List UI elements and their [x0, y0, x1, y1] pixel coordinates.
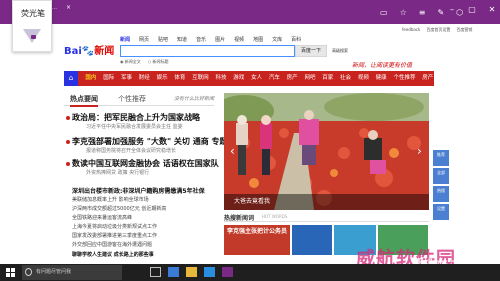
news-link[interactable]: 深圳出台楼市新政:非深圳户籍购房需缴满5年社保 — [72, 186, 205, 195]
news-link[interactable]: 上海今夏将启动垃圾分类新规试点工作 — [72, 223, 157, 230]
nav-web[interactable]: 网页 — [139, 36, 149, 43]
feature-photo: ‹ › — [224, 93, 429, 210]
active-app-icon[interactable] — [222, 267, 233, 277]
home-icon[interactable]: ⌂ — [64, 71, 78, 86]
hot-divider — [224, 221, 429, 222]
headline-sub[interactable]: 外资热捧网贷 政策 央行银行 — [86, 169, 149, 176]
nav-baike[interactable]: 百科 — [291, 36, 301, 43]
minimize-icon[interactable]: – — [446, 4, 458, 16]
news-link[interactable]: 美联储加息概率上升 影响全球市场 — [72, 196, 149, 203]
news-link[interactable]: 聊聊学校人生建议 成长路上的那些事 — [72, 251, 154, 258]
slogan: 新闻，让阅读更有价值 — [352, 62, 413, 69]
news-link[interactable]: 全国铁路迎来暑运客流高峰 — [72, 214, 132, 221]
tab-signature: 没有什么比好新闻 — [174, 96, 215, 102]
store-icon[interactable] — [204, 267, 215, 277]
category-items: 国内 国际 军事 财经 娱乐 体育 互联网 科技 游戏 女人 汽车 房产 网吧 … — [82, 71, 454, 86]
nav-item[interactable]: 军事 — [118, 71, 136, 86]
web-note-icon[interactable]: ✎ — [437, 8, 444, 17]
hot-thumb[interactable] — [292, 225, 332, 255]
headline-link[interactable]: 数读中国互联网金融协会 话语权在国家队 — [72, 158, 219, 169]
windows-start-icon[interactable] — [6, 268, 15, 279]
nav-news[interactable]: 新闻 — [120, 36, 130, 43]
hub-icon[interactable]: ≡ — [419, 8, 426, 17]
nav-item[interactable]: 国内 — [82, 71, 100, 86]
search-options: ◉ 新闻全文 ○ 新闻标题 — [120, 59, 169, 65]
window-controls: – ▢ ✕ — [446, 4, 498, 16]
reading-view-icon[interactable]: ▭ — [380, 8, 388, 17]
taskbar-search-input[interactable]: 有问题尽管问我 — [22, 265, 122, 280]
nav-item[interactable]: 房产 — [419, 71, 437, 86]
headline-link[interactable]: 李克强部署加强服务 "大数" 关切 通商 专题 — [72, 136, 227, 147]
top-link[interactable]: feedback — [402, 27, 420, 33]
option-fulltext[interactable]: ◉ 新闻全文 — [120, 59, 141, 65]
option-title[interactable]: ○ 新闻标题 — [148, 59, 169, 65]
nav-item[interactable]: 国际 — [100, 71, 118, 86]
nav-item[interactable]: 个性推荐 — [390, 71, 419, 86]
bullet-icon — [66, 140, 70, 144]
search-input[interactable] — [120, 45, 295, 57]
headline-sub[interactable]: 习近平任中央军民融合发展委员会主任 监委 — [86, 123, 183, 130]
edge-taskbar-icon[interactable] — [168, 267, 179, 277]
nav-item[interactable]: 健康 — [372, 71, 390, 86]
paw-icon: 🐾 — [81, 46, 95, 57]
nav-item[interactable]: 财经 — [135, 71, 153, 86]
nav-music[interactable]: 音乐 — [196, 36, 206, 43]
pen-title: 荧光笔 — [21, 9, 45, 18]
tab-recommend[interactable]: 个性推荐 — [118, 94, 146, 104]
pen-color-swatch — [31, 35, 36, 39]
nav-map[interactable]: 地图 — [253, 36, 263, 43]
maximize-icon[interactable]: ▢ — [466, 4, 478, 16]
side-recommend-button[interactable]: 推荐 — [433, 150, 449, 166]
nav-item[interactable]: 社会 — [337, 71, 355, 86]
nav-item[interactable]: 视频 — [354, 71, 372, 86]
nav-item[interactable]: 游戏 — [230, 71, 248, 86]
top-links: feedback 百度首页设置 百度营销 — [402, 27, 472, 33]
top-link[interactable]: 百度首页设置 — [426, 27, 450, 33]
feature-caption[interactable]: 大爸去竟看我 — [224, 194, 429, 210]
nav-zhidao[interactable]: 知道 — [177, 36, 187, 43]
nav-item[interactable]: 房产 — [283, 71, 301, 86]
product-nav: 新闻 网页 贴吧 知道 音乐 图片 视频 地图 文库 百科 — [120, 36, 301, 43]
nav-item[interactable]: 百家 — [319, 71, 337, 86]
nav-image[interactable]: 图片 — [215, 36, 225, 43]
nav-wenku[interactable]: 文库 — [272, 36, 282, 43]
highlighter-pen-panel[interactable]: 荧光笔 — [12, 0, 52, 52]
news-link[interactable]: 外交部回应中国游客在海外遭遇问题 — [72, 241, 152, 248]
news-link[interactable]: 国家发改委部署推进第三季度重点工作 — [72, 232, 157, 239]
file-explorer-icon[interactable] — [186, 267, 197, 277]
prev-arrow-icon: ‹ — [230, 144, 235, 158]
nav-item[interactable]: 汽车 — [265, 71, 283, 86]
nav-item[interactable]: 科技 — [212, 71, 230, 86]
baidu-news-logo[interactable]: Bai🐾新闻 — [64, 42, 114, 57]
tab-hot-news[interactable]: 热点要闻 — [70, 94, 98, 107]
top-link[interactable]: 百度营销 — [456, 27, 472, 33]
side-settings-button[interactable]: 设置 — [433, 204, 449, 220]
advanced-search-link[interactable]: 高级搜索 — [332, 48, 348, 54]
nav-item[interactable]: 互联网 — [189, 71, 212, 86]
search-button[interactable]: 百度一下 — [295, 45, 327, 57]
bullet-icon — [66, 162, 70, 166]
cortana-icon[interactable] — [25, 268, 32, 276]
next-arrow-icon: › — [417, 144, 422, 158]
feature-image[interactable]: ‹ › — [224, 93, 429, 210]
hot-thumb[interactable]: 李克强主张把计公务员 — [224, 225, 290, 255]
close-tab-icon[interactable]: × — [66, 2, 71, 14]
nav-tieba[interactable]: 贴吧 — [158, 36, 168, 43]
task-view-icon[interactable] — [150, 267, 161, 277]
nav-item[interactable]: 体育 — [171, 71, 189, 86]
bullet-icon — [66, 116, 70, 120]
side-hot-button[interactable]: 热搜 — [433, 186, 449, 202]
favorite-star-icon[interactable]: ☆ — [400, 8, 407, 17]
nav-item[interactable]: 娱乐 — [153, 71, 171, 86]
nav-item[interactable]: 更多 — [437, 71, 455, 86]
nav-item[interactable]: 网吧 — [301, 71, 319, 86]
headline-sub[interactable]: 报道称国务院将召开全体会议研究稳增长 — [86, 147, 176, 154]
nav-item[interactable]: 女人 — [248, 71, 266, 86]
nav-video[interactable]: 视频 — [234, 36, 244, 43]
news-link[interactable]: 沪深两市成交额超过5000亿元 创近期新高 — [72, 205, 166, 212]
hot-words-sub: HOT WORDS — [262, 214, 288, 219]
side-all-button[interactable]: 全部 — [433, 168, 449, 184]
headline-link[interactable]: 政治局：把军民融合上升为国家战略 — [72, 112, 200, 123]
close-window-icon[interactable]: ✕ — [486, 4, 498, 16]
